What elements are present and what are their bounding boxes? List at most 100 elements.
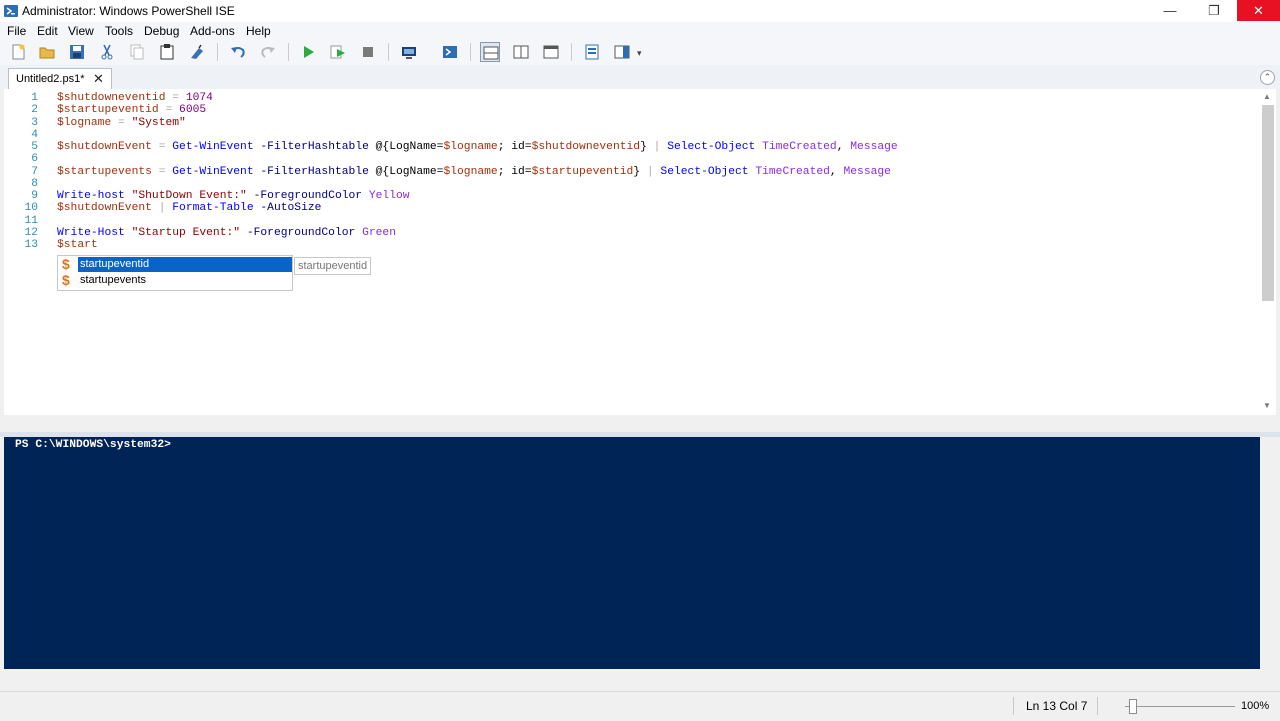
cut-icon[interactable] <box>97 42 117 62</box>
code-line[interactable]: 6 <box>4 153 1254 165</box>
code-token: $startupeventid <box>57 104 159 117</box>
code-token: -ForegroundColor <box>246 226 356 239</box>
toolbar-separator <box>571 43 572 61</box>
collapse-script-pane-icon[interactable]: ⌃ <box>1260 70 1275 85</box>
editor-vertical-scrollbar[interactable]: ▲ ▼ <box>1260 89 1276 415</box>
code-token: $shutdownEvent <box>57 202 152 215</box>
code-line[interactable]: 4 <box>4 129 1254 141</box>
line-number: 3 <box>31 116 38 129</box>
console-pane[interactable]: PS C:\WINDOWS\system32> <box>4 437 1260 669</box>
clear-icon[interactable] <box>187 42 207 62</box>
editor-horizontal-scrollbar[interactable] <box>4 415 1260 432</box>
line-number: 4 <box>31 128 38 141</box>
menu-view[interactable]: View <box>68 24 94 38</box>
run-selection-icon[interactable] <box>328 42 348 62</box>
code-token: Message <box>843 165 891 178</box>
intellisense-tooltip: startupeventid <box>294 257 372 275</box>
tab-untitled2[interactable]: Untitled2.ps1* ✕ <box>8 68 112 89</box>
code-token: ; id= <box>497 141 532 153</box>
layout-script-max-icon[interactable] <box>541 42 561 62</box>
code-line[interactable]: 12 Write-Host "Startup Event:" -Foregroun… <box>4 227 1254 239</box>
script-editor[interactable]: 1 $shutdowneventid = 1074 2 $startupeventid… <box>4 89 1260 415</box>
toolbar-overflow-icon[interactable]: ▾ <box>637 42 647 62</box>
code-line[interactable]: 3 $logname = "System" <box>4 117 1254 129</box>
code-token: } <box>640 141 647 153</box>
zoom-slider-track[interactable] <box>1125 706 1235 707</box>
status-separator <box>1097 697 1098 715</box>
code-text: Write-Host "Startup Event:" -ForegroundC… <box>57 227 396 239</box>
powershell-console-icon[interactable] <box>440 42 460 62</box>
scrollbar-thumb[interactable] <box>1262 105 1274 301</box>
toolbar-separator <box>470 43 471 61</box>
layout-script-right-icon[interactable] <box>511 42 531 62</box>
new-remote-tab-icon[interactable] <box>399 42 419 62</box>
menu-tools[interactable]: Tools <box>105 24 133 38</box>
code-token: "Startup Event:" <box>131 226 241 239</box>
toolbar-separator <box>388 43 389 61</box>
stop-icon[interactable] <box>358 42 378 62</box>
menu-edit[interactable]: Edit <box>37 24 58 38</box>
tab-close-icon[interactable]: ✕ <box>93 71 104 87</box>
undo-icon[interactable] <box>228 42 248 62</box>
variable-icon: $ <box>62 272 70 288</box>
open-icon[interactable] <box>37 42 57 62</box>
layout-script-top-icon[interactable] <box>480 42 500 62</box>
code-token: Message <box>850 141 898 153</box>
code-token: $logname <box>57 116 112 129</box>
save-icon[interactable] <box>67 42 87 62</box>
restore-icon: ❐ <box>1208 3 1220 18</box>
menu-add-ons[interactable]: Add-ons <box>190 24 235 38</box>
scroll-down-icon[interactable]: ▼ <box>1263 401 1271 410</box>
scroll-up-icon[interactable]: ▲ <box>1263 92 1271 101</box>
powershell-ise-icon <box>3 3 19 19</box>
code-token: Green <box>362 226 396 239</box>
console-horizontal-scrollbar[interactable] <box>4 669 1276 686</box>
code-line[interactable]: 7 $startupevents = Get-WinEvent -FilterHa… <box>4 166 1254 178</box>
toolbar: ▾ <box>0 39 1280 66</box>
copy-icon[interactable] <box>127 42 147 62</box>
paste-icon[interactable] <box>157 42 177 62</box>
menu-help[interactable]: Help <box>246 24 271 38</box>
code-line[interactable]: 2 $startupeventid = 6005 <box>4 104 1254 116</box>
code-token: TimeCreated <box>762 141 837 153</box>
code-token: ; id= <box>497 165 532 178</box>
intellisense-item[interactable]: $ startupevents <box>59 273 291 289</box>
toolbar-separator <box>288 43 289 61</box>
code-token: , <box>829 165 844 178</box>
code-line[interactable]: 5 $shutdownEvent = Get-WinEvent -FilterHa… <box>4 141 1254 153</box>
zoom-slider-thumb[interactable] <box>1129 699 1137 714</box>
line-number: 5 <box>31 141 38 153</box>
intellisense-item[interactable]: $ startupeventid <box>59 257 292 273</box>
code-token: Get-WinEvent <box>172 165 254 178</box>
zoom-percent: 100% <box>1241 700 1270 712</box>
code-token: | <box>151 202 173 215</box>
menu-file[interactable]: File <box>7 24 26 38</box>
code-line[interactable]: 13 $start <box>4 239 1254 251</box>
minimize-button[interactable]: — <box>1148 0 1192 21</box>
code-line[interactable]: 1 $shutdowneventid = 1074 <box>4 92 1254 104</box>
code-line[interactable]: 11 <box>4 215 1254 227</box>
code-line[interactable]: 10 $shutdownEvent | Format-Table -AutoSiz… <box>4 202 1254 214</box>
menu-debug[interactable]: Debug <box>144 24 179 38</box>
intellisense-list[interactable]: $ startupeventid $ startupevents <box>57 255 293 291</box>
close-button[interactable]: ✕ <box>1237 0 1280 21</box>
code-token: -FilterHashtable <box>260 141 369 153</box>
show-addon-icon[interactable] <box>612 42 632 62</box>
code-token: Get-WinEvent <box>172 141 254 153</box>
code-token: Select-Object <box>660 165 749 178</box>
code-line[interactable]: 9 Write-host "ShutDown Event:" -Foregroun… <box>4 190 1254 202</box>
run-icon[interactable] <box>298 42 318 62</box>
line-number: 11 <box>24 214 38 227</box>
code-token: Format-Table <box>172 202 254 215</box>
code-token: = <box>151 141 173 153</box>
code-token: Select-Object <box>667 141 756 153</box>
line-number: 6 <box>31 153 38 166</box>
code-line[interactable]: 8 <box>4 178 1254 190</box>
restore-button[interactable]: ❐ <box>1192 0 1236 21</box>
line-number: 2 <box>31 104 38 117</box>
console-vertical-scrollbar[interactable] <box>1260 437 1276 669</box>
new-script-icon[interactable] <box>8 42 28 62</box>
redo-icon[interactable] <box>258 42 278 62</box>
show-command-icon[interactable] <box>582 42 602 62</box>
